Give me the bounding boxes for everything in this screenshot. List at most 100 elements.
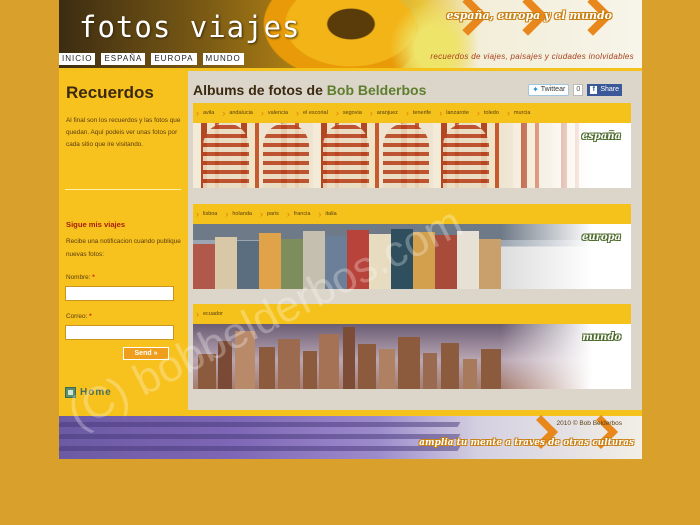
album-label-europa: europa bbox=[581, 232, 621, 243]
house-shape bbox=[435, 235, 457, 289]
house-shape bbox=[391, 229, 413, 289]
album-tag[interactable]: paris bbox=[260, 209, 279, 219]
house-shape bbox=[303, 231, 325, 289]
house-shape bbox=[479, 239, 501, 289]
skyscraper-shape bbox=[259, 347, 275, 389]
sidebar-divider bbox=[65, 189, 181, 190]
album-banner-espana[interactable]: españa bbox=[193, 123, 631, 188]
share-bar: ✦ Twittear 0 f Share bbox=[528, 84, 622, 96]
nav-europa[interactable]: EUROPA bbox=[151, 53, 197, 65]
skyscraper-shape bbox=[398, 337, 420, 389]
main-nav: INICIO ESPAÑA EUROPA MUNDO bbox=[59, 53, 244, 65]
album-tag[interactable]: andalucia bbox=[222, 108, 253, 118]
skyscraper-shape bbox=[441, 343, 459, 389]
house-shape bbox=[259, 233, 281, 289]
facebook-icon: f bbox=[590, 86, 598, 94]
tweet-button[interactable]: ✦ Twittear bbox=[528, 84, 570, 96]
album-tag[interactable]: avila bbox=[196, 108, 214, 118]
tweet-count: 0 bbox=[573, 84, 584, 96]
main-content: Albums de fotos de Bob Belderbos ✦ Twitt… bbox=[188, 71, 642, 410]
nav-mundo[interactable]: MUNDO bbox=[202, 53, 244, 65]
album-tag[interactable]: tenerife bbox=[406, 108, 431, 118]
house-shape bbox=[193, 244, 215, 289]
site-header: fotos viajes españa, europa y el mundo r… bbox=[59, 0, 642, 90]
album-tag[interactable]: valencia bbox=[261, 108, 288, 118]
skyscraper-shape bbox=[343, 327, 355, 389]
skyscraper-shape bbox=[379, 349, 395, 389]
album-tag[interactable]: italia bbox=[318, 209, 336, 219]
skyscraper-shape bbox=[319, 334, 339, 389]
album-tag[interactable]: lanzarote bbox=[439, 108, 469, 118]
nav-inicio[interactable]: INICIO bbox=[59, 53, 96, 65]
home-link[interactable]: Home bbox=[65, 387, 112, 398]
album-tags-espana: avila andalucia valencia el escorial seg… bbox=[193, 103, 631, 123]
email-label: Correo: * bbox=[66, 313, 92, 320]
site-footer: 2010 © Bob Belderbos amplia tu mente a t… bbox=[59, 410, 642, 459]
album-tags-europa: lisboa holanda paris francia italia bbox=[193, 204, 631, 224]
skyscraper-shape bbox=[481, 349, 501, 389]
house-shape bbox=[347, 230, 369, 289]
arch-shape bbox=[383, 123, 429, 188]
arch-shape bbox=[203, 123, 249, 188]
name-label: Nombre: * bbox=[66, 274, 95, 281]
album-tag[interactable]: francia bbox=[287, 209, 311, 219]
house-shape bbox=[457, 231, 479, 289]
arch-shape bbox=[443, 123, 489, 188]
album-section-espana: avila andalucia valencia el escorial seg… bbox=[193, 103, 631, 188]
page-title-owner[interactable]: Bob Belderbos bbox=[327, 82, 427, 98]
tweet-label: Twittear bbox=[540, 86, 566, 93]
sidebar: Recuerdos Al final son los recuerdos y l… bbox=[59, 71, 188, 410]
follow-title: Sigue mis viajes bbox=[66, 220, 126, 229]
skyscraper-shape bbox=[303, 351, 317, 389]
album-tag[interactable]: murcia bbox=[507, 108, 531, 118]
album-tag[interactable]: el escorial bbox=[296, 108, 328, 118]
copyright-text: 2010 © Bob Belderbos bbox=[556, 420, 622, 427]
arch-shape bbox=[263, 123, 309, 188]
album-tag[interactable]: aranjuez bbox=[370, 108, 398, 118]
album-tag[interactable]: segovia bbox=[336, 108, 362, 118]
album-section-mundo: ecuador mundo bbox=[193, 304, 631, 389]
album-section-europa: lisboa holanda paris francia italia bbox=[193, 204, 631, 289]
page-title: Albums de fotos de Bob Belderbos bbox=[193, 82, 426, 98]
house-shape bbox=[237, 241, 259, 289]
fb-share-label: Share bbox=[600, 86, 619, 93]
house-shape bbox=[413, 232, 435, 289]
skyscraper-shape bbox=[235, 331, 255, 389]
send-button[interactable]: Send » bbox=[123, 347, 169, 360]
footer-divider bbox=[59, 410, 642, 416]
home-icon bbox=[65, 387, 76, 398]
page-title-prefix: Albums de fotos de bbox=[193, 82, 323, 98]
twitter-bird-icon: ✦ bbox=[532, 85, 539, 94]
lavender-row bbox=[59, 422, 461, 427]
album-label-mundo: mundo bbox=[582, 332, 621, 343]
skyscraper-shape bbox=[463, 359, 477, 389]
skyscraper-shape bbox=[218, 341, 232, 389]
facebook-share-button[interactable]: f Share bbox=[587, 84, 622, 96]
required-mark: * bbox=[92, 274, 95, 281]
header-subtitle: recuerdos de viajes, paisajes y ciudades… bbox=[430, 52, 634, 61]
album-tag[interactable]: holanda bbox=[225, 209, 252, 219]
sidebar-text: Al final son los recuerdos y las fotos q… bbox=[66, 117, 181, 148]
header-tagline: españa, europa y el mundo bbox=[446, 9, 612, 22]
house-shape bbox=[325, 236, 347, 289]
album-tag[interactable]: toledo bbox=[477, 108, 499, 118]
site-title: fotos viajes bbox=[79, 10, 301, 44]
arch-shape bbox=[323, 123, 369, 188]
album-tag[interactable]: lisboa bbox=[196, 209, 217, 219]
album-tags-mundo: ecuador bbox=[193, 304, 631, 324]
album-banner-mundo[interactable]: mundo bbox=[193, 324, 631, 389]
home-label: Home bbox=[80, 387, 112, 398]
name-field[interactable] bbox=[65, 286, 174, 301]
album-label-espana: españa bbox=[581, 131, 621, 142]
album-tag[interactable]: ecuador bbox=[196, 309, 223, 319]
lavender-row bbox=[59, 434, 461, 439]
nav-espana[interactable]: ESPAÑA bbox=[101, 53, 146, 65]
skyscraper-shape bbox=[358, 344, 376, 389]
house-shape bbox=[281, 239, 303, 289]
skyscraper-shape bbox=[278, 339, 300, 389]
lavender-row bbox=[59, 446, 461, 451]
album-banner-europa[interactable]: europa bbox=[193, 224, 631, 289]
email-field[interactable] bbox=[65, 325, 174, 340]
sidebar-title: Recuerdos bbox=[66, 83, 154, 102]
required-mark: * bbox=[89, 313, 92, 320]
